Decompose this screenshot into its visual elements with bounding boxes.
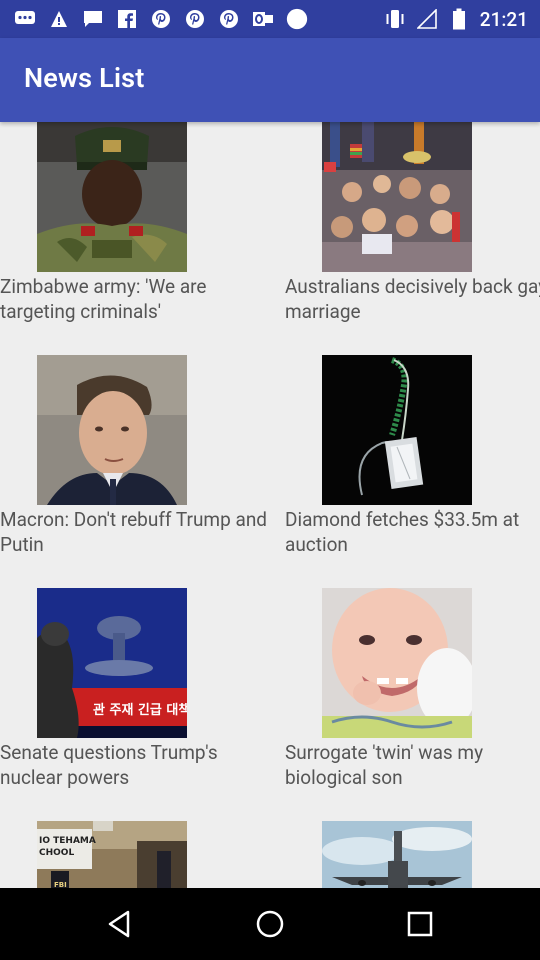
alert-icon	[48, 8, 70, 30]
signal-icon	[416, 8, 438, 30]
aircraft-photo	[322, 821, 472, 888]
svg-text:CHOOL: CHOOL	[39, 848, 74, 858]
recents-button[interactable]	[402, 906, 438, 942]
baby-photo	[322, 588, 472, 738]
pinterest-icon	[184, 8, 206, 30]
app-bar: News List	[0, 38, 540, 122]
recents-icon	[407, 911, 433, 937]
tv-broadcast-photo: 관 주재 긴급 대책	[37, 588, 187, 738]
facebook-icon	[116, 8, 138, 30]
news-headline: Senate questions Trump's nuclear powers	[0, 741, 218, 789]
back-icon	[108, 910, 130, 938]
page-title: News List	[24, 62, 145, 94]
outlook-icon	[252, 8, 274, 30]
news-list[interactable]: Zimbabwe army: 'We are targeting crimina…	[0, 122, 540, 888]
navigation-bar	[0, 888, 540, 960]
home-icon	[256, 910, 284, 938]
chat-icon	[14, 8, 36, 30]
system-icons: 21:21	[384, 7, 528, 31]
svg-text:FBI: FBI	[54, 881, 67, 888]
notification-icons	[14, 8, 308, 30]
pinterest-icon	[218, 8, 240, 30]
macron-photo	[37, 355, 187, 505]
soldier-photo	[37, 122, 187, 272]
svg-text:IO TEHAMA: IO TEHAMA	[39, 836, 96, 846]
news-headline: Diamond fetches $33.5m at auction	[285, 508, 520, 556]
clock: 21:21	[479, 7, 528, 31]
news-headline: Zimbabwe army: 'We are targeting crimina…	[0, 275, 207, 323]
school-photo: IO TEHAMA CHOOL FBI	[37, 821, 187, 888]
news-headline: Australians decisively back gay marriage	[285, 275, 540, 323]
messages-icon	[82, 8, 104, 30]
news-headline: Surrogate 'twin' was my biological son	[285, 741, 484, 789]
home-button[interactable]	[252, 906, 288, 942]
crowd-photo	[322, 122, 472, 272]
diamond-photo	[322, 355, 472, 505]
battery-icon	[448, 8, 470, 30]
news-headline: Macron: Don't rebuff Trump and Putin	[0, 508, 268, 556]
back-button[interactable]	[102, 906, 138, 942]
svg-text:관 주재 긴급 대책: 관 주재 긴급 대책	[93, 702, 187, 718]
status-bar: 21:21	[0, 0, 540, 38]
pinterest-icon	[150, 8, 172, 30]
circle-icon	[286, 8, 308, 30]
vibrate-icon	[384, 8, 406, 30]
